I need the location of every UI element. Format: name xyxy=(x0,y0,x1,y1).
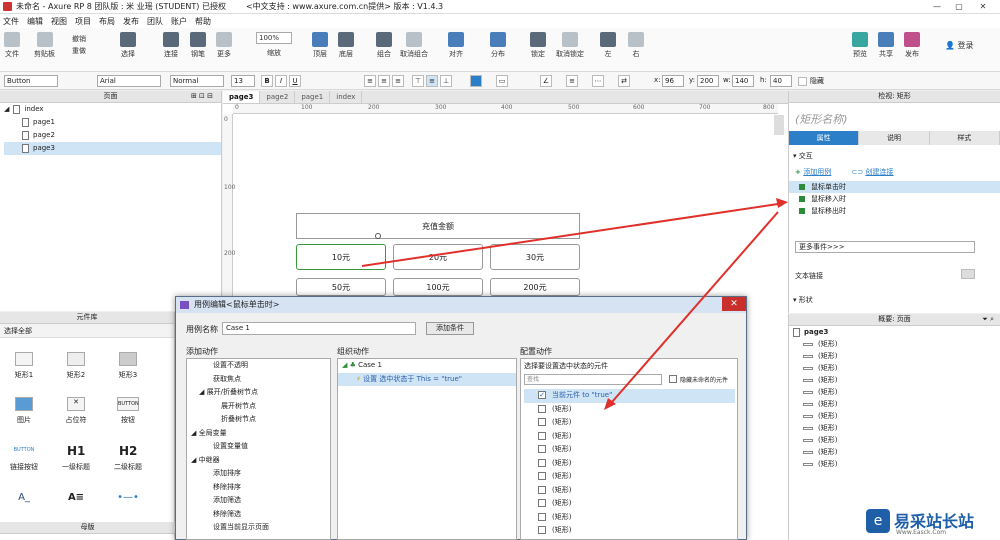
annotation-arrows xyxy=(361,198,788,410)
watermark-logo: e 易采站长站 Www.Easck.Com xyxy=(862,505,1000,540)
arrow-to-onclick xyxy=(361,203,779,267)
arrow-to-checklist xyxy=(611,211,779,403)
logo-icon: e xyxy=(866,509,890,533)
logo-subtext: Www.Easck.Com xyxy=(896,529,947,536)
arrowhead-onclick xyxy=(776,198,788,208)
